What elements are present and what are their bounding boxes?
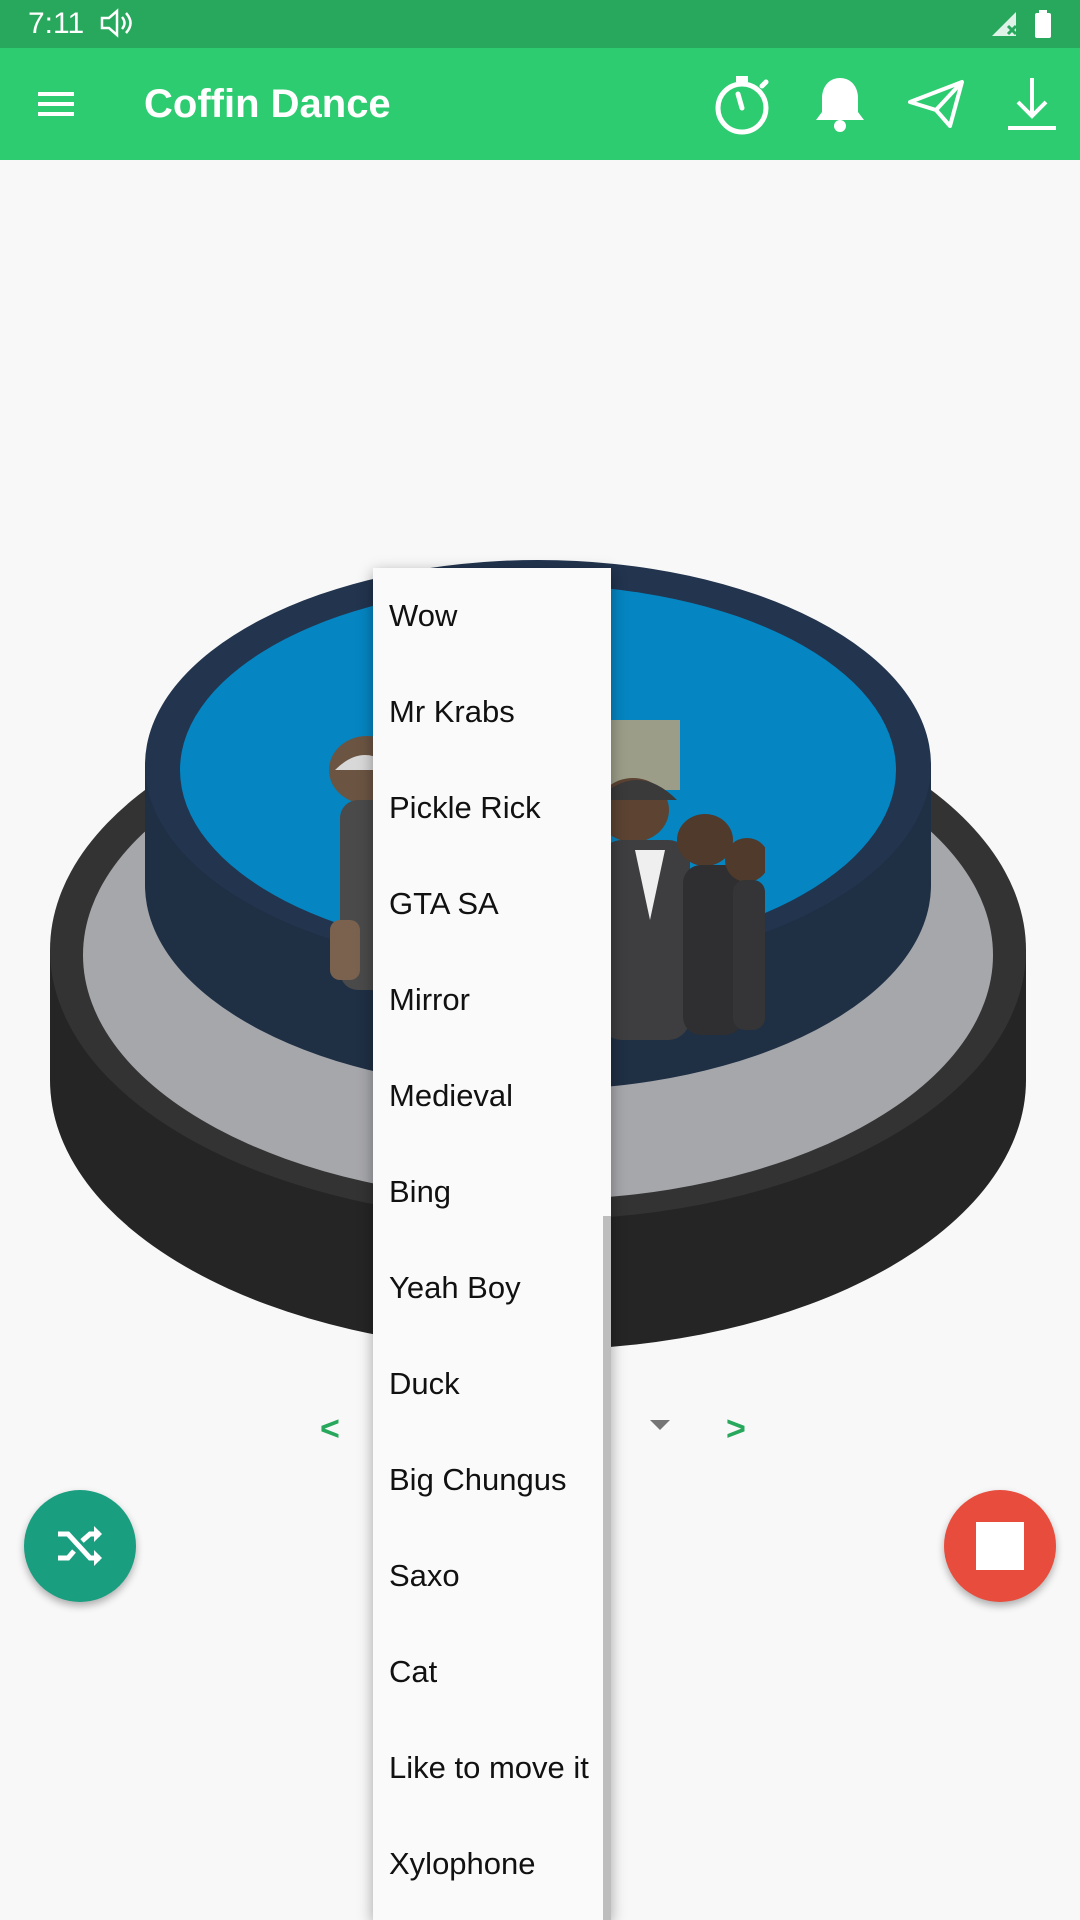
dropdown-item[interactable]: Like to move it — [373, 1720, 611, 1816]
shuffle-button[interactable] — [24, 1490, 136, 1602]
signal-icon — [990, 10, 1020, 43]
send-icon[interactable] — [904, 72, 968, 136]
dropdown-item[interactable]: Cat — [373, 1624, 611, 1720]
stop-button[interactable] — [944, 1490, 1056, 1602]
download-icon[interactable] — [1000, 72, 1064, 136]
scrollbar[interactable] — [603, 1216, 611, 1920]
status-bar: 7:11 — [0, 0, 1080, 48]
status-time: 7:11 — [28, 7, 85, 40]
battery-icon — [1034, 10, 1052, 43]
shuffle-icon — [58, 1526, 102, 1566]
dropdown-item[interactable]: Xylophone — [373, 1816, 611, 1912]
page-title: Coffin Dance — [144, 82, 391, 126]
bell-icon[interactable] — [808, 72, 872, 136]
previous-button[interactable]: < — [320, 1410, 340, 1449]
dropdown-item[interactable]: GTA SA — [373, 856, 611, 952]
volume-icon — [100, 8, 134, 43]
dropdown-item[interactable]: Duck — [373, 1336, 611, 1432]
chevron-down-icon[interactable] — [648, 1418, 672, 1437]
dropdown-item[interactable]: Bing — [373, 1144, 611, 1240]
stopwatch-icon[interactable] — [710, 72, 774, 136]
dropdown-item[interactable]: Big Chungus — [373, 1432, 611, 1528]
sound-dropdown[interactable]: Wow Mr Krabs Pickle Rick GTA SA Mirror M… — [373, 568, 611, 1920]
app-bar: Coffin Dance — [0, 48, 1080, 160]
dropdown-item[interactable]: Yeah Boy — [373, 1240, 611, 1336]
menu-icon[interactable] — [30, 78, 82, 130]
dropdown-item[interactable]: Mirror — [373, 952, 611, 1048]
dropdown-item[interactable]: Mr Krabs — [373, 664, 611, 760]
dropdown-item[interactable]: Saxo — [373, 1528, 611, 1624]
stop-icon — [976, 1522, 1024, 1570]
dropdown-item[interactable]: Wow — [373, 568, 611, 664]
next-button[interactable]: > — [726, 1410, 746, 1449]
dropdown-item[interactable]: Pickle Rick — [373, 760, 611, 856]
dropdown-item[interactable]: Medieval — [373, 1048, 611, 1144]
